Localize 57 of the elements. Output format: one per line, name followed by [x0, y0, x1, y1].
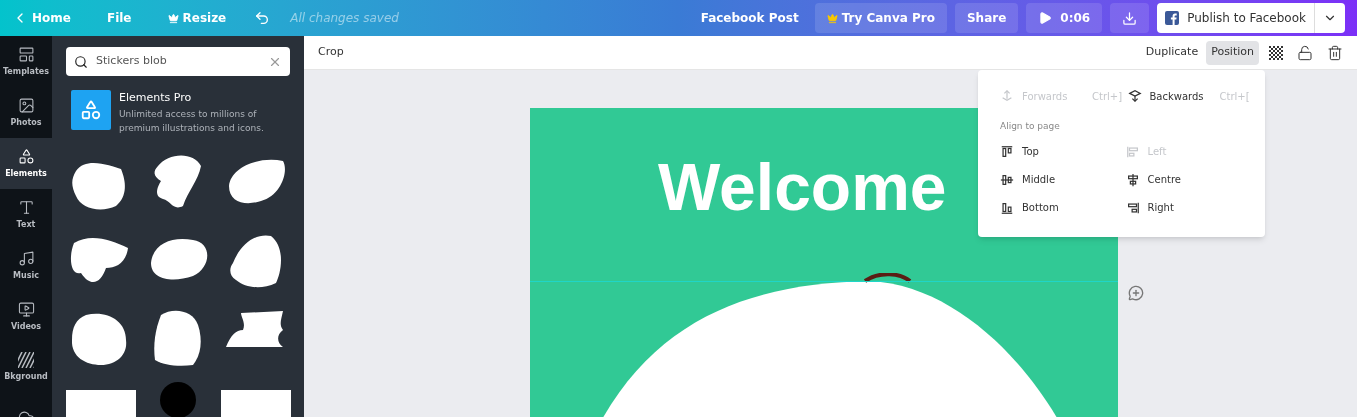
hatch-icon: [18, 352, 34, 368]
download-icon: [1122, 10, 1138, 26]
elements-pro-icon: [71, 90, 111, 130]
align-menu-item[interactable]: Middle: [1000, 171, 1128, 188]
photos-icon: [17, 96, 35, 114]
publish-button[interactable]: Publish to Facebook: [1157, 3, 1314, 33]
delete-icon[interactable]: [1327, 44, 1343, 61]
sidebar-item[interactable]: Templates: [0, 36, 52, 87]
music-icon: [17, 249, 35, 267]
videos-icon: [17, 300, 35, 318]
sidebar-item[interactable]: Text: [0, 189, 52, 240]
layer-menu-item[interactable]: Backwards Ctrl+[: [1127, 88, 1250, 104]
search-icon: [74, 54, 88, 69]
duplicate-button[interactable]: Duplicate: [1137, 40, 1207, 65]
templates-icon: [17, 45, 35, 63]
undo-icon[interactable]: [254, 10, 271, 26]
search-field[interactable]: Stickers blob: [66, 47, 290, 76]
text-icon: [17, 198, 35, 216]
share-button[interactable]: Share: [954, 3, 1019, 33]
save-status: All changes saved: [290, 10, 399, 27]
align-backward-icon: [1127, 89, 1142, 103]
align-left-icon: [1125, 144, 1140, 159]
align-menu-item[interactable]: Top: [1000, 143, 1128, 160]
sidebar-item[interactable]: Photos: [0, 87, 52, 138]
play-icon: [1038, 11, 1053, 25]
sidebar-item[interactable]: Music: [0, 240, 52, 291]
position-button[interactable]: Position: [1206, 40, 1259, 65]
align-menu-item[interactable]: Bottom: [1000, 199, 1128, 216]
crop-button[interactable]: Crop: [318, 44, 344, 61]
elements-icon: [17, 147, 35, 165]
facebook-logo-icon: [1165, 11, 1180, 25]
square-sticker[interactable]: [220, 389, 291, 417]
play-button[interactable]: 0:06: [1026, 3, 1103, 33]
square-sticker[interactable]: [66, 389, 136, 417]
sidebar-item[interactable]: Videos: [0, 291, 52, 342]
download-button[interactable]: [1110, 3, 1150, 33]
align-forward-icon: [1000, 89, 1014, 103]
document-title: Facebook Post: [700, 10, 799, 27]
align-middle-icon: [1000, 172, 1014, 187]
add-comment-icon[interactable]: [1128, 285, 1144, 301]
align-right-icon: [1125, 200, 1140, 215]
design-heading: Welcome: [658, 154, 947, 220]
align-bottom-icon: [1000, 200, 1014, 215]
align-centre-icon: [1125, 172, 1140, 187]
align-top-icon: [1000, 144, 1014, 159]
section-label: Align to page: [1000, 120, 1061, 133]
transparency-icon[interactable]: [1269, 45, 1283, 60]
align-menu-item[interactable]: Right: [1125, 199, 1255, 216]
align-menu-item[interactable]: Centre: [1125, 171, 1255, 188]
crown-icon: [167, 12, 179, 24]
try-pro-button[interactable]: Try Canva Pro: [814, 3, 947, 33]
crown-icon: [826, 12, 838, 24]
promo-title: Elements Pro: [119, 90, 193, 106]
promo-text: Unlimited access to millions of premium illustrations and icons.: [119, 107, 265, 135]
sidebar-item[interactable]: Bkground: [0, 342, 52, 393]
sidebar-item[interactable]: Elements: [0, 138, 52, 189]
unlock-icon[interactable]: [1297, 44, 1313, 61]
